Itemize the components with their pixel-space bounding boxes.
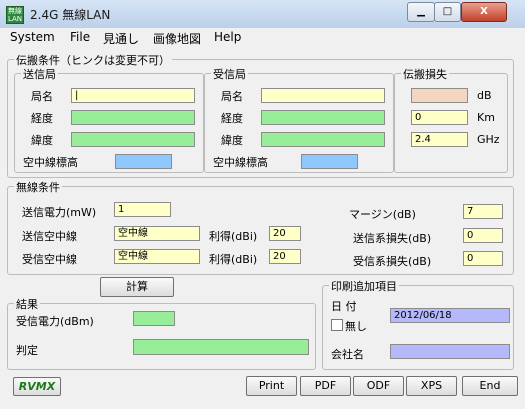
print-button[interactable]: Print <box>246 376 297 396</box>
calculate-button[interactable]: 計算 <box>100 277 174 297</box>
radio-legend: 無線条件 <box>14 179 62 195</box>
distance-km-input[interactable]: 0 <box>411 110 468 125</box>
tx-antenna-input[interactable]: 空中線 <box>114 226 200 241</box>
app-window: 無線LAN 2.4G 無線LAN ▁ □ X System File 見通し 画… <box>0 0 525 409</box>
radio-conditions-group: 無線条件 送信電力(mW) 1 送信空中線 空中線 利得(dBi) 20 受信空… <box>7 179 514 275</box>
margin-input[interactable]: 7 <box>463 204 503 219</box>
menu-help[interactable]: Help <box>214 30 241 44</box>
tx-lat-input[interactable] <box>71 132 195 147</box>
frequency-ghz-unit: GHz <box>477 133 500 146</box>
tx-lon-input[interactable] <box>71 110 195 125</box>
rx-lon-label: 経度 <box>221 112 243 125</box>
menu-image-map[interactable]: 画像地図 <box>153 30 201 47</box>
tx-lon-label: 経度 <box>31 112 53 125</box>
rx-name-label: 局名 <box>221 90 243 103</box>
window-title: 2.4G 無線LAN <box>30 8 111 22</box>
rx-name-input[interactable] <box>261 88 385 103</box>
tx-antenna-label: 送信空中線 <box>22 230 77 243</box>
rx-lon-input[interactable] <box>261 110 385 125</box>
distance-km-unit: Km <box>477 111 495 124</box>
end-button[interactable]: End <box>462 376 518 396</box>
tx-lat-label: 緯度 <box>31 134 53 147</box>
rx-lat-input[interactable] <box>261 132 385 147</box>
rx-antenna-input[interactable]: 空中線 <box>114 249 200 264</box>
menu-mitoshi[interactable]: 見通し <box>103 30 139 47</box>
date-label: 日 付 <box>331 300 357 313</box>
title-bar[interactable]: 無線LAN 2.4G 無線LAN ▁ □ X <box>0 0 525 28</box>
propagation-group: 伝搬条件（ヒンクは変更不可） 送信局 局名 | 経度 緯度 空中線標高 受信局 … <box>7 52 514 178</box>
print-extra-legend: 印刷追加項目 <box>329 278 399 294</box>
margin-label: マージン(dB) <box>349 208 416 221</box>
rx-antenna-label: 受信空中線 <box>22 253 77 266</box>
rx-height-label: 空中線標高 <box>213 156 268 169</box>
print-extra-group: 印刷追加項目 日 付 無し 2012/06/18 会社名 <box>322 278 514 370</box>
rvmx-logo-button[interactable]: RVMX <box>13 377 61 396</box>
rx-loss-label: 受信系損失(dB) <box>353 255 432 268</box>
tx-height-input[interactable] <box>115 154 172 169</box>
close-button[interactable]: X <box>461 2 507 22</box>
tx-loss-input[interactable]: 0 <box>463 228 503 243</box>
tx-height-label: 空中線標高 <box>23 156 78 169</box>
company-label: 会社名 <box>331 348 364 361</box>
rx-loss-input[interactable]: 0 <box>463 251 503 266</box>
no-date-label: 無し <box>345 320 367 333</box>
frequency-ghz-input[interactable]: 2.4 <box>411 132 468 147</box>
xps-button[interactable]: XPS <box>406 376 457 396</box>
tx-gain-input[interactable]: 20 <box>269 226 301 241</box>
rx-power-label: 受信電力(dBm) <box>16 315 94 328</box>
rx-gain-label: 利得(dBi) <box>209 253 258 266</box>
tx-name-input[interactable]: | <box>71 88 195 103</box>
tx-loss-label: 送信系損失(dB) <box>353 232 432 245</box>
pdf-button[interactable]: PDF <box>300 376 351 396</box>
result-group: 結果 受信電力(dBm) 判定 <box>7 296 316 370</box>
menu-bar: System File 見通し 画像地図 Help <box>4 29 521 46</box>
rx-station-group: 受信局 局名 経度 緯度 空中線標高 <box>204 66 394 173</box>
judgment-output <box>133 339 309 355</box>
loss-db-input[interactable] <box>411 88 468 103</box>
maximize-button[interactable]: □ <box>434 2 461 22</box>
loss-db-unit: dB <box>477 89 492 102</box>
tx-name-label: 局名 <box>31 90 53 103</box>
tx-gain-label: 利得(dBi) <box>209 230 258 243</box>
result-legend: 結果 <box>14 296 40 312</box>
tx-power-input[interactable]: 1 <box>114 202 171 217</box>
tx-power-label: 送信電力(mW) <box>22 206 97 219</box>
odf-button[interactable]: ODF <box>353 376 404 396</box>
rx-legend: 受信局 <box>211 66 248 82</box>
menu-system[interactable]: System <box>10 30 55 44</box>
company-input[interactable] <box>390 344 510 359</box>
loss-legend: 伝搬損失 <box>401 66 449 82</box>
date-input[interactable]: 2012/06/18 <box>390 308 510 323</box>
judgment-label: 判定 <box>16 344 38 357</box>
rx-height-input[interactable] <box>301 154 358 169</box>
tx-station-group: 送信局 局名 | 経度 緯度 空中線標高 <box>14 66 204 173</box>
tx-legend: 送信局 <box>21 66 58 82</box>
no-date-checkbox[interactable] <box>331 319 343 331</box>
rx-power-output <box>133 311 175 326</box>
rx-gain-input[interactable]: 20 <box>269 249 301 264</box>
menu-file[interactable]: File <box>70 30 90 44</box>
propagation-loss-group: 伝搬損失 dB 0 Km 2.4 GHz <box>394 66 508 173</box>
rx-lat-label: 緯度 <box>221 134 243 147</box>
app-icon: 無線LAN <box>6 6 24 24</box>
minimize-button[interactable]: ▁ <box>407 2 435 22</box>
